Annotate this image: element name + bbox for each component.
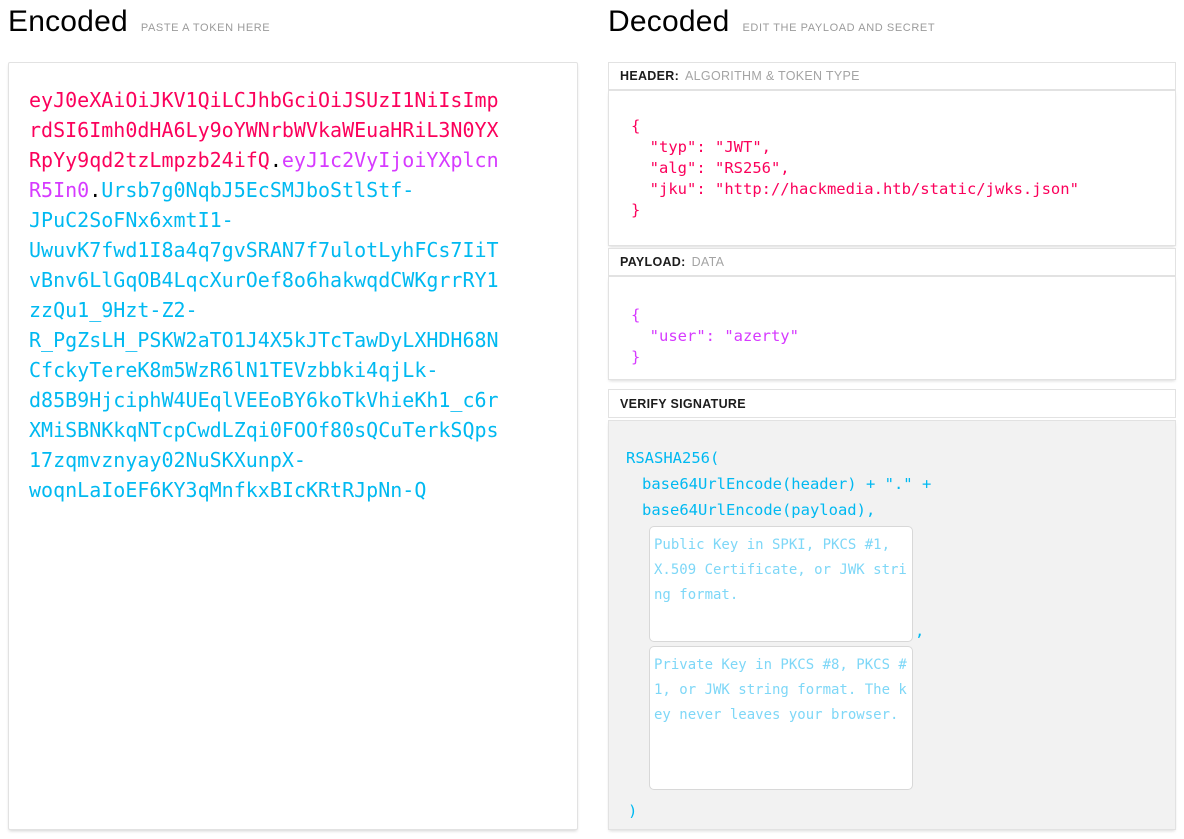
encoded-title: Encoded [8,5,128,39]
header-json-editor[interactable]: { "typ": "JWT", "alg": "RS256", "jku": "… [608,90,1176,246]
token-separator-dot: . [89,178,101,202]
payload-section-sublabel: DATA [692,255,725,269]
encoded-header: Encoded PASTE A TOKEN HERE [8,0,578,54]
jwt-token-text: eyJ0eXAiOiJKV1QiLCJhbGciOiJSUzI1NiIsImpr… [29,85,507,505]
decoded-title: Decoded [608,5,730,39]
token-separator-dot: . [270,148,282,172]
public-key-input[interactable] [649,526,913,642]
signature-comma: , [915,620,924,642]
private-key-input[interactable] [649,646,913,790]
token-signature-segment: Ursb7g0NqbJ5EcSMJboStlStf-JPuC2SoFNx6xmt… [29,178,499,502]
verify-signature-bar: VERIFY SIGNATURE [608,389,1176,418]
payload-json-editor[interactable]: { "user": "azerty" } [608,276,1176,380]
public-key-row: , [649,526,1175,642]
header-section-bar: HEADER: ALGORITHM & TOKEN TYPE [608,62,1176,90]
decoded-header: Decoded EDIT THE PAYLOAD AND SECRET [608,0,1176,54]
signature-formula: RSASHA256( base64UrlEncode(header) + "."… [609,421,1175,523]
encoded-token-editor[interactable]: eyJ0eXAiOiJKV1QiLCJhbGciOiJSUzI1NiIsImpr… [8,62,578,830]
signature-encode-payload-line: base64UrlEncode(payload), [626,497,1175,523]
payload-json: { "user": "azerty" } [609,277,1175,368]
signature-closing-paren: ) [628,798,1175,824]
verify-signature-label: VERIFY SIGNATURE [620,397,746,411]
payload-section-bar: PAYLOAD: DATA [608,248,1176,276]
decoded-column: Decoded EDIT THE PAYLOAD AND SECRET HEAD… [608,0,1176,54]
decoded-subtitle: EDIT THE PAYLOAD AND SECRET [743,22,936,34]
verify-signature-panel: RSASHA256( base64UrlEncode(header) + "."… [608,420,1176,830]
signature-algorithm-line: RSASHA256( [626,445,1175,471]
signature-encode-header-line: base64UrlEncode(header) + "." + [626,471,1175,497]
encoded-column: Encoded PASTE A TOKEN HERE eyJ0eXAiOiJKV… [8,0,578,54]
header-json: { "typ": "JWT", "alg": "RS256", "jku": "… [609,91,1175,221]
payload-section-label: PAYLOAD: [620,255,686,269]
header-section-sublabel: ALGORITHM & TOKEN TYPE [685,69,860,83]
header-section-label: HEADER: [620,69,679,83]
encoded-subtitle: PASTE A TOKEN HERE [141,22,270,34]
